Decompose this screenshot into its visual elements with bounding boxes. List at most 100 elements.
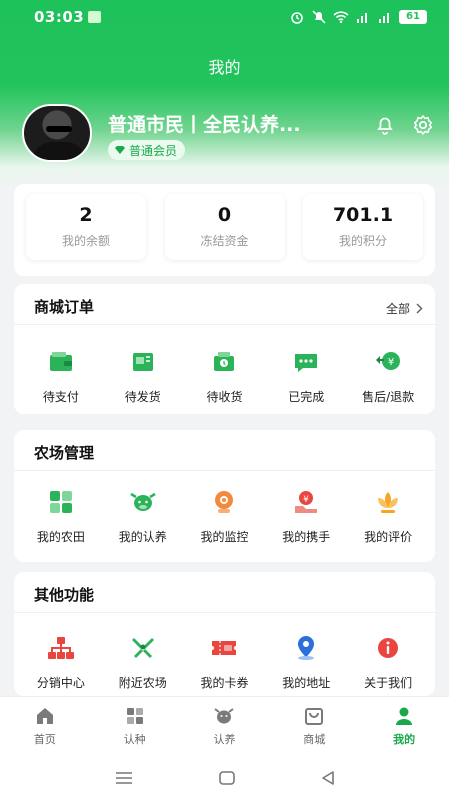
frozen-funds-stat[interactable]: 0 冻结资金 xyxy=(164,194,285,260)
shop-icon xyxy=(305,708,324,725)
order-pending-shipment[interactable]: 待发货 xyxy=(102,348,184,405)
other-my-address[interactable]: 我的地址 xyxy=(265,634,347,691)
order-pending-receipt-label: 待收货 xyxy=(206,390,243,404)
status-time: 03:03 xyxy=(34,8,85,26)
tab-plant-label: 认种 xyxy=(123,733,146,746)
camera-icon xyxy=(215,491,234,513)
other-about-us[interactable]: 关于我们 xyxy=(347,634,429,691)
farm-my-adoptions[interactable]: 我的认养 xyxy=(102,488,184,545)
other-grid: 分销中心 附近农场 我的卡券 我的地址 关于我们 xyxy=(14,634,435,691)
battery-indicator: 61 xyxy=(399,10,427,24)
status-icons: 61 xyxy=(289,10,427,24)
order-after-sales-label: 售后/退款 xyxy=(362,390,415,404)
order-pending-payment-label: 待支付 xyxy=(42,390,79,404)
tab-shop-label: 商城 xyxy=(303,733,326,746)
other-functions-card: 其他功能 分销中心 附近农场 我的卡券 我的地址 关于我们 xyxy=(14,572,435,696)
other-nearby-farms[interactable]: 附近农场 xyxy=(102,634,184,691)
balance-label: 我的余额 xyxy=(61,234,110,248)
order-pending-shipment-label: 待发货 xyxy=(124,390,161,404)
user-icon xyxy=(396,707,413,725)
bottom-tab-bar: 首页 认种 认养 商城 我的 xyxy=(0,696,449,756)
wallet-icon xyxy=(49,352,72,371)
signal-icon xyxy=(357,13,367,23)
tab-home[interactable]: 首页 xyxy=(5,697,85,756)
member-badge: 普通会员 xyxy=(108,140,186,160)
order-pending-receipt[interactable]: 待收货 xyxy=(184,348,266,405)
menu-icon[interactable] xyxy=(115,771,133,785)
other-nearby-farms-label: 附近农场 xyxy=(118,676,167,690)
farm-my-reviews-label: 我的评价 xyxy=(364,530,413,544)
signal-icon-2 xyxy=(379,13,389,23)
chevron-right-icon xyxy=(416,303,423,314)
farm-my-partnerships-label: 我的携手 xyxy=(282,530,331,544)
section-title-other: 其他功能 xyxy=(34,586,95,604)
other-my-coupons[interactable]: 我的卡券 xyxy=(184,634,266,691)
farm-my-monitoring[interactable]: 我的监控 xyxy=(184,488,266,545)
mall-orders-card: 商城订单 全部 待支付 待发货 待收货 已完成 ¥ 售后/退款 xyxy=(14,284,435,414)
avatar[interactable] xyxy=(22,104,92,162)
farm-my-monitoring-label: 我的监控 xyxy=(200,530,249,544)
order-pending-payment[interactable]: 待支付 xyxy=(20,348,102,405)
view-all-orders-link[interactable]: 全部 xyxy=(386,300,423,317)
bell-icon[interactable] xyxy=(374,114,396,136)
stats-card: 2 我的余额 0 冻结资金 701.1 我的积分 xyxy=(14,184,435,276)
farm-my-fields[interactable]: 我的农田 xyxy=(20,488,102,545)
windmill-icon xyxy=(131,638,154,658)
order-completed-label: 已完成 xyxy=(288,390,325,404)
system-navigation-bar xyxy=(0,756,449,800)
cow-tab-icon xyxy=(214,708,235,724)
svg-text:¥: ¥ xyxy=(303,495,309,505)
frozen-funds-label: 冻结资金 xyxy=(200,234,249,248)
tab-adopt[interactable]: 认养 xyxy=(184,697,264,756)
farm-management-card: 农场管理 我的农田 我的认养 我的监控 ¥ 我的携手 我的评价 xyxy=(14,430,435,562)
other-my-coupons-label: 我的卡券 xyxy=(200,676,249,690)
alarm-icon xyxy=(291,12,303,24)
info-icon xyxy=(378,638,399,658)
home-button-icon[interactable] xyxy=(218,771,235,785)
tab-shop[interactable]: 商城 xyxy=(274,697,354,756)
other-about-us-label: 关于我们 xyxy=(364,676,413,690)
farm-my-adoptions-label: 我的认养 xyxy=(118,530,167,544)
mute-icon xyxy=(312,10,326,24)
field-icon xyxy=(49,491,72,513)
handshake-icon: ¥ xyxy=(295,491,318,513)
ticket-icon xyxy=(212,641,237,655)
back-icon[interactable] xyxy=(321,771,335,785)
diamond-icon xyxy=(115,146,125,154)
location-icon xyxy=(298,636,315,660)
order-completed[interactable]: 已完成 xyxy=(265,348,347,405)
other-distribution-center[interactable]: 分销中心 xyxy=(20,634,102,691)
cow-icon xyxy=(130,492,156,511)
plant-icon xyxy=(126,708,143,724)
chat-icon xyxy=(295,354,318,372)
divider xyxy=(14,324,435,325)
notification-app-icon xyxy=(88,11,101,23)
points-value: 701.1 xyxy=(332,204,394,226)
tab-mine[interactable]: 我的 xyxy=(364,697,444,756)
tab-home-label: 首页 xyxy=(33,733,56,746)
other-distribution-center-label: 分销中心 xyxy=(36,676,85,690)
gear-icon[interactable] xyxy=(412,114,434,136)
frozen-funds-value: 0 xyxy=(217,204,232,226)
section-title-orders: 商城订单 xyxy=(34,298,95,316)
divider xyxy=(14,612,435,613)
lotus-icon xyxy=(378,492,399,513)
profile-header: 普通市民丨全民认养... 普通会员 xyxy=(22,104,437,164)
farm-grid: 我的农田 我的认养 我的监控 ¥ 我的携手 我的评价 xyxy=(14,488,435,545)
balance-stat[interactable]: 2 我的余额 xyxy=(26,194,146,260)
wifi-icon xyxy=(333,11,349,24)
order-after-sales[interactable]: ¥ 售后/退款 xyxy=(347,348,429,405)
home-icon xyxy=(36,708,53,724)
other-my-address-label: 我的地址 xyxy=(282,676,331,690)
page-title: 我的 xyxy=(208,58,241,77)
network-icon xyxy=(47,637,74,659)
farm-my-partnerships[interactable]: ¥ 我的携手 xyxy=(265,488,347,545)
points-stat[interactable]: 701.1 我的积分 xyxy=(303,194,423,260)
farm-my-reviews[interactable]: 我的评价 xyxy=(347,488,429,545)
user-name[interactable]: 普通市民丨全民认养... xyxy=(108,110,301,137)
avatar-glasses xyxy=(46,126,72,132)
farm-my-fields-label: 我的农田 xyxy=(36,530,85,544)
tab-plant[interactable]: 认种 xyxy=(95,697,175,756)
member-badge-label: 普通会员 xyxy=(129,143,178,158)
section-title-farm: 农场管理 xyxy=(34,444,95,462)
